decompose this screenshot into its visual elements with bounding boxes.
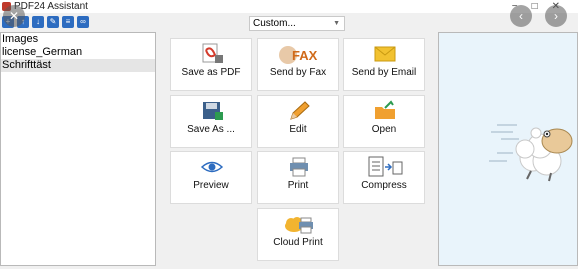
compress-button[interactable]: Compress bbox=[343, 151, 425, 204]
edit-button[interactable]: Edit bbox=[257, 95, 339, 148]
pencil-icon bbox=[290, 101, 310, 120]
file-list-item[interactable]: license_German bbox=[1, 46, 155, 59]
pdf-save-icon bbox=[202, 43, 223, 63]
preview-label: Preview bbox=[193, 180, 229, 191]
send-by-fax-button[interactable]: FAX Send by Fax bbox=[257, 38, 339, 91]
save-as-pdf-label: Save as PDF bbox=[181, 67, 241, 78]
edit-label: Edit bbox=[289, 124, 307, 135]
fax-icon-text: FAX bbox=[292, 48, 318, 63]
chevron-down-icon: ▼ bbox=[333, 20, 340, 27]
file-list[interactable]: Images license_German Schrifttäst bbox=[0, 32, 156, 266]
list-icon[interactable]: ≡ bbox=[62, 16, 74, 28]
eye-icon bbox=[200, 161, 224, 173]
open-label: Open bbox=[371, 124, 397, 135]
link-icon[interactable]: ∞ bbox=[77, 16, 89, 28]
file-list-item-selected[interactable]: Schrifttäst bbox=[1, 59, 155, 72]
open-button[interactable]: Open bbox=[343, 95, 425, 148]
preset-dropdown[interactable]: Custom... ▼ bbox=[249, 16, 345, 31]
title-bar: PDF24 Assistant −□✕ bbox=[0, 0, 578, 13]
floppy-disk-icon bbox=[203, 102, 223, 120]
cloud-printer-icon bbox=[285, 217, 313, 234]
preset-value: Custom... bbox=[253, 18, 296, 29]
preview-button[interactable]: Preview bbox=[170, 151, 252, 204]
next-button[interactable]: › bbox=[545, 5, 567, 27]
window-title: PDF24 Assistant bbox=[14, 1, 88, 12]
file-list-item[interactable]: Images bbox=[1, 33, 155, 46]
save-as-pdf-button[interactable]: Save as PDF bbox=[170, 38, 252, 91]
fax-icon: FAX bbox=[279, 46, 318, 64]
send-by-email-label: Send by Email bbox=[351, 67, 417, 78]
cloud-print-button[interactable]: Cloud Print bbox=[257, 208, 339, 261]
close-overlay-button[interactable]: ✕ bbox=[3, 5, 25, 27]
open-folder-icon bbox=[375, 100, 395, 119]
previous-button[interactable]: ‹ bbox=[510, 5, 532, 27]
cloud-print-label: Cloud Print bbox=[273, 237, 323, 248]
printer-icon bbox=[290, 157, 308, 177]
save-as-button[interactable]: Save As ... bbox=[170, 95, 252, 148]
compress-icon bbox=[368, 156, 403, 177]
print-label: Print bbox=[287, 180, 309, 191]
action-grid: Save as PDF FAX Send by Fax Send by Emai… bbox=[170, 38, 426, 264]
mascot-panel bbox=[438, 32, 578, 266]
print-button[interactable]: Print bbox=[257, 151, 339, 204]
compress-label: Compress bbox=[361, 180, 407, 191]
sheep-mascot-icon bbox=[489, 124, 573, 182]
pencil-icon[interactable]: ✎ bbox=[47, 16, 59, 28]
pdf24-assistant-window: PDF24 Assistant −□✕ + ↑ ↓ ✎ ≡ ∞ Custom..… bbox=[0, 0, 578, 269]
send-by-fax-label: Send by Fax bbox=[269, 67, 327, 78]
email-icon bbox=[374, 46, 396, 62]
save-as-label: Save As ... bbox=[187, 124, 235, 135]
send-by-email-button[interactable]: Send by Email bbox=[343, 38, 425, 91]
download-icon[interactable]: ↓ bbox=[32, 16, 44, 28]
